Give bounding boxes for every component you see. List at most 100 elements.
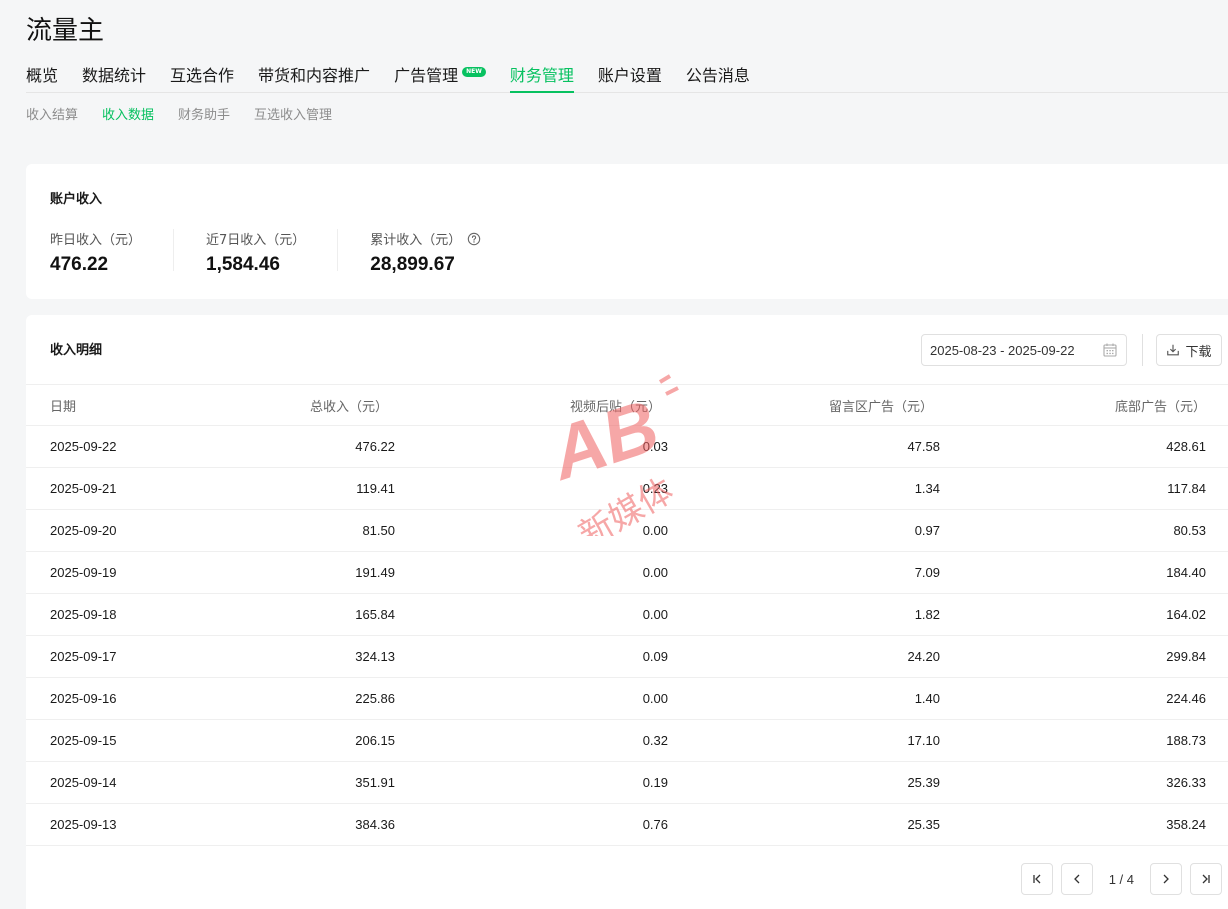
nav-label: 数据统计 [82,66,147,85]
nav-finance-management[interactable]: 财务管理 [509,62,574,93]
calendar-icon [1103,343,1117,357]
nav-label: 账户设置 [597,66,662,85]
stat-label-row: 累计收入（元） [370,229,481,248]
cell-comment-ad: 24.20 [907,649,940,664]
download-icon [1167,344,1180,356]
cell-video: 0.00 [642,691,668,706]
table-header: 日期 总收入（元） 视频后贴（元） 留言区广告（元） 底部广告（元） [26,384,1228,425]
cell-total: 225.86 [355,691,395,706]
cell-bottom-ad: 80.53 [1173,523,1206,538]
cell-video: 0.19 [642,775,668,790]
nav-ad-management[interactable]: 广告管理 NEW [394,62,486,93]
first-page-icon [1033,874,1041,884]
sub-nav: 收入结算 收入数据 财务助手 互选收入管理 [26,104,332,123]
account-income-card: 账户收入 昨日收入（元） 476.22 近7日收入（元） 1,584.46 累计… [26,164,1228,299]
cell-bottom-ad: 117.84 [1167,481,1206,496]
cell-video: 0.32 [642,733,668,748]
cell-total: 119.41 [356,481,395,496]
nav-account-settings[interactable]: 账户设置 [598,62,662,93]
page-indicator: 1 / 4 [1108,871,1134,887]
cell-total: 206.15 [355,733,395,748]
cell-bottom-ad: 299.84 [1166,649,1206,664]
cell-date: 2025-09-18 [50,607,117,622]
stat-value: 1,584.46 [206,254,280,275]
cell-bottom-ad: 224.46 [1166,691,1206,706]
stat-total: 累计收入（元） 28,899.67 [370,229,513,275]
question-circle-icon[interactable] [467,232,481,246]
stat-value: 476.22 [50,254,109,275]
nav-label: 互选合作 [170,66,235,85]
cell-video: 0.76 [642,817,668,832]
card-title: 收入明细 [50,343,103,358]
date-range-picker[interactable]: 2025-08-23 - 2025-09-22 [921,334,1127,366]
nav-label: 带货和内容推广 [258,66,371,85]
cell-bottom-ad: 358.24 [1166,817,1206,832]
income-table: 日期 总收入（元） 视频后贴（元） 留言区广告（元） 底部广告（元） 2025-… [26,384,1228,846]
cell-date: 2025-09-15 [50,733,117,748]
cell-video: 0.00 [642,565,668,580]
nav-mutual-cooperation[interactable]: 互选合作 [170,62,234,93]
cell-comment-ad: 47.58 [907,439,940,454]
table-row: 2025-09-13 384.36 0.76 25.35 358.24 [26,803,1228,845]
cell-date: 2025-09-17 [50,649,117,664]
cell-date: 2025-09-19 [50,565,117,580]
col-total-header: 总收入（元） [309,399,388,415]
cell-bottom-ad: 188.73 [1166,733,1206,748]
next-page-button[interactable] [1150,863,1182,895]
cell-video: 0.00 [642,607,668,622]
nav-announcements[interactable]: 公告消息 [686,62,750,93]
cell-date: 2025-09-20 [50,523,117,538]
first-page-button[interactable] [1020,863,1053,895]
table-row: 2025-09-21 119.41 0.23 1.34 117.84 [26,467,1228,509]
cell-date: 2025-09-13 [50,817,117,832]
subnav-income-data[interactable]: 收入数据 [102,104,154,123]
download-button[interactable]: 下载 [1156,334,1222,366]
cell-total: 165.84 [355,607,395,622]
cell-video: 0.00 [642,523,668,538]
nav-goods-promotion[interactable]: 带货和内容推广 [258,62,370,93]
cell-date: 2025-09-14 [50,775,117,790]
cell-total: 351.91 [355,775,395,790]
nav-data-stats[interactable]: 数据统计 [82,62,146,93]
chevron-left-icon [1073,874,1080,884]
stat-value: 28,899.67 [370,254,455,275]
subnav-income-settlement[interactable]: 收入结算 [26,104,78,123]
stat-label: 昨日收入（元） [50,233,142,248]
cell-total: 384.36 [355,817,395,832]
cell-video: 0.09 [642,649,668,664]
card-title: 账户收入 [50,192,103,207]
col-video-header: 视频后贴（元） [569,399,661,415]
last-page-button[interactable] [1190,863,1222,895]
cell-video: 0.03 [642,439,668,454]
stat-last-7-days: 近7日收入（元） 1,584.46 [206,229,339,275]
cell-comment-ad: 25.39 [907,775,940,790]
nav-label: 公告消息 [685,66,750,85]
stat-yesterday: 昨日收入（元） 476.22 [50,229,175,275]
cell-comment-ad: 1.34 [914,481,940,496]
table-row: 2025-09-16 225.86 0.00 1.40 224.46 [26,677,1228,719]
prev-page-button[interactable] [1060,863,1093,895]
nav-label: 广告管理 [394,66,459,85]
cell-comment-ad: 0.97 [914,523,940,538]
table-bottom-border [26,845,1228,846]
subnav-mutual-income[interactable]: 互选收入管理 [254,104,332,123]
new-badge: NEW [462,67,486,77]
cell-total: 324.13 [355,649,395,664]
download-label: 下载 [1185,344,1212,360]
main-nav: 概览 数据统计 互选合作 带货和内容推广 广告管理 NEW 财务管理 账户设置 公… [26,62,1228,93]
stat-label: 近7日收入（元） [206,233,306,248]
table-row: 2025-09-14 351.91 0.19 25.39 326.33 [26,761,1228,803]
cell-bottom-ad: 184.40 [1166,565,1206,580]
stat-label: 累计收入（元） [370,233,462,248]
table-body: 2025-09-22 476.22 0.03 47.58 428.61 2025-09-2… [26,425,1228,845]
income-detail-card: 收入明细 2025-08-23 - 2025-09-22 下载 日期 总收入（元… [26,315,1228,909]
table-row: 2025-09-22 476.22 0.03 47.58 428.61 [26,425,1228,467]
table-row: 2025-09-19 191.49 0.00 7.09 184.40 [26,551,1228,593]
app-title: 流量主 [26,16,105,46]
cell-comment-ad: 1.40 [914,691,940,706]
income-stats: 昨日收入（元） 476.22 近7日收入（元） 1,584.46 累计收入（元）… [50,229,545,275]
nav-overview[interactable]: 概览 [26,62,58,93]
subnav-finance-assistant[interactable]: 财务助手 [178,104,230,123]
pagination: 1 / 4 [1020,863,1222,895]
col-bottom-ad-header: 底部广告（元） [1114,399,1206,415]
